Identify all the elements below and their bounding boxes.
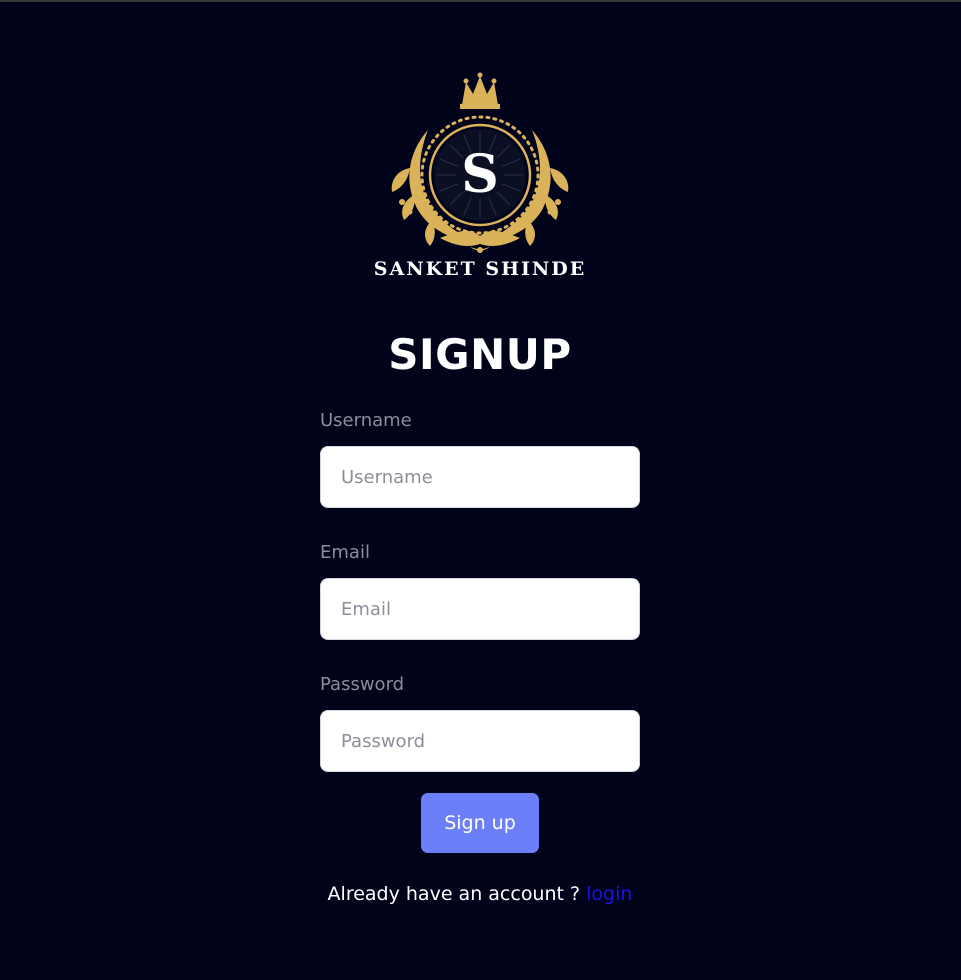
brand-name: SANKET SHINDE (373, 258, 587, 280)
email-label: Email (320, 542, 370, 563)
username-label: Username (320, 410, 412, 431)
login-prompt: Already have an account ? login (280, 883, 680, 905)
signup-button[interactable]: Sign up (421, 793, 539, 853)
password-input[interactable] (320, 710, 640, 772)
logo-letter: S (461, 144, 499, 205)
page-title: SIGNUP (388, 330, 572, 379)
login-prompt-text: Already have an account ? (327, 883, 581, 905)
password-label: Password (320, 674, 405, 695)
username-input[interactable] (320, 446, 640, 508)
crest-logo-icon: S (391, 72, 569, 253)
login-link[interactable]: login (586, 883, 632, 905)
email-input[interactable] (320, 578, 640, 640)
window-top-border (0, 0, 961, 2)
